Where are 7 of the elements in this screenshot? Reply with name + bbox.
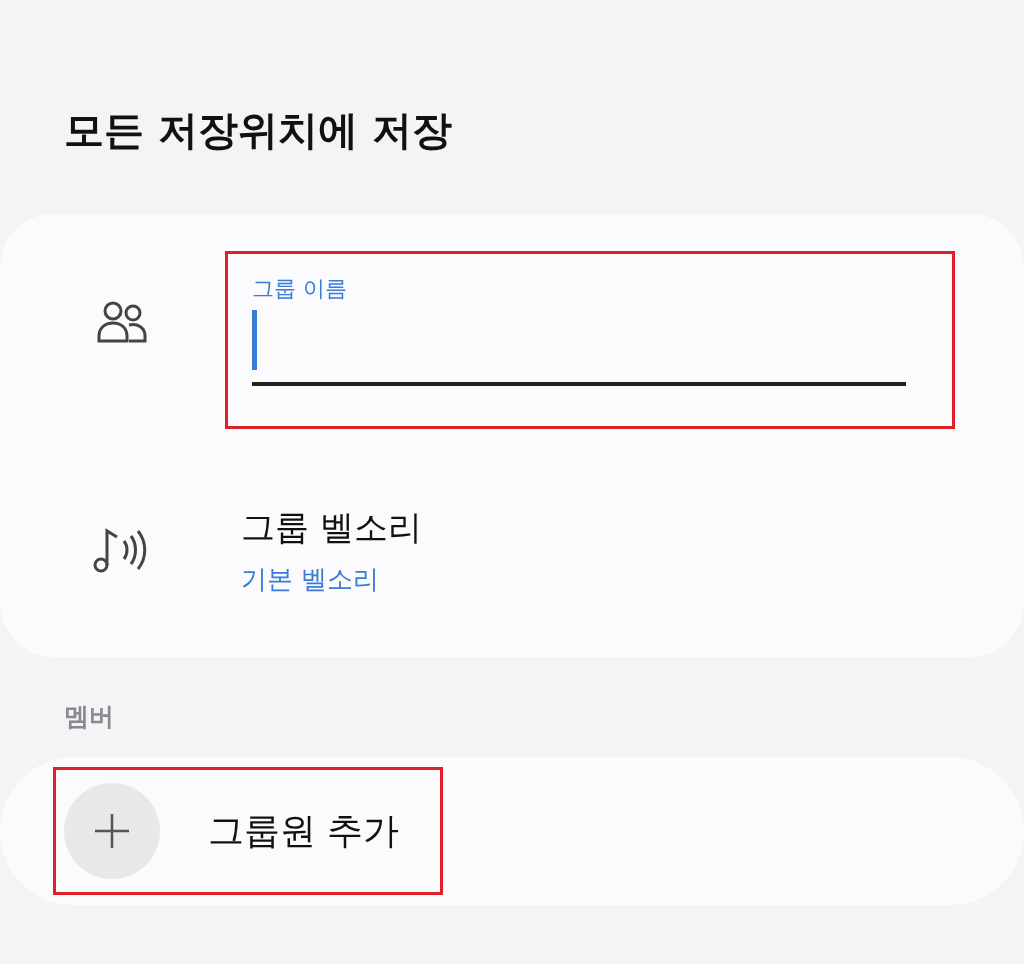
ringtone-value: 기본 벨소리: [241, 563, 381, 596]
ringtone-title[interactable]: 그룹 벨소리: [241, 503, 422, 551]
section-header: 멤버: [64, 701, 115, 733]
page-title: 모든 저장위치에 저장: [64, 106, 453, 155]
add-member-button[interactable]: 그룹원 추가: [53, 767, 443, 895]
group-name-field[interactable]: 그룹 이름: [225, 251, 955, 429]
people-icon: [95, 299, 148, 344]
